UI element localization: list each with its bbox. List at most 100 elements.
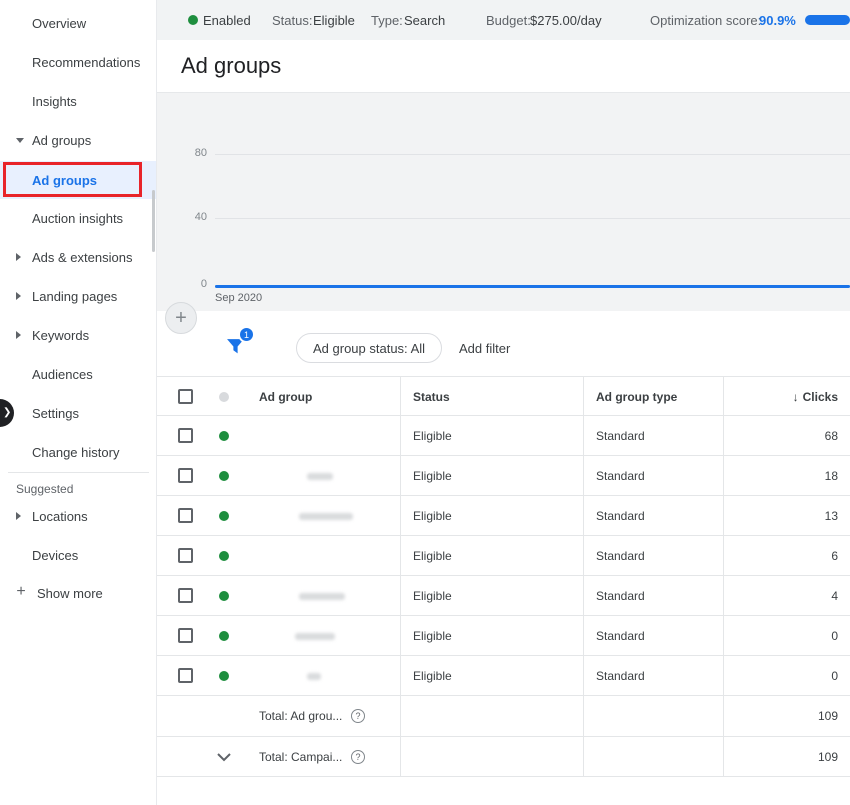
column-divider [400, 376, 401, 777]
help-icon[interactable]: ? [351, 709, 365, 723]
sidebar-item-devices[interactable]: Devices [0, 536, 156, 574]
status-enabled-dot [219, 471, 229, 481]
row-status: Eligible [413, 669, 452, 683]
table-header-row: Ad group Status Ad group type ↓ Clicks [157, 376, 850, 416]
budget-label: Budget: [486, 13, 531, 28]
chevron-right-icon [16, 292, 21, 300]
column-header-clicks[interactable]: ↓ Clicks [793, 390, 838, 404]
select-all-checkbox[interactable] [178, 389, 193, 404]
chevron-right-icon [16, 331, 21, 339]
expand-chevron-icon[interactable] [216, 753, 232, 762]
page-header: Ad groups [157, 40, 850, 93]
y-axis-tick: 80 [194, 147, 207, 159]
row-clicks: 18 [824, 469, 838, 483]
column-header-clicks-label: Clicks [802, 390, 838, 404]
sidebar-item-label: Settings [32, 405, 79, 421]
performance-chart: 80 40 0 Sep 2020 [157, 93, 850, 311]
sidebar-section-suggested: Suggested [16, 482, 74, 496]
sidebar-item-settings[interactable]: Settings [0, 394, 156, 432]
x-axis-tick: Sep 2020 [215, 292, 263, 304]
row-status: Eligible [413, 549, 452, 563]
enabled-status-dot [188, 15, 198, 25]
sidebar-item-label: Audiences [32, 366, 93, 382]
chart-gridline [215, 218, 850, 219]
google-ads-app: Overview Recommendations Insights Ad gro… [0, 0, 850, 805]
sidebar-item-label: Locations [32, 508, 88, 524]
campaign-enabled-label: Enabled [203, 13, 251, 28]
row-status: Eligible [413, 589, 452, 603]
filter-count-badge: 1 [238, 326, 255, 343]
column-header-type[interactable]: Ad group type [596, 390, 677, 404]
optimization-score-label: Optimization score: [650, 13, 762, 28]
y-axis-tick: 40 [194, 211, 207, 223]
plus-icon: + [16, 583, 26, 600]
page-title: Ad groups [181, 53, 282, 78]
sidebar-item-audiences[interactable]: Audiences [0, 355, 156, 393]
budget-value: $275.00/day [530, 13, 602, 28]
ad-group-name-redacted [307, 673, 321, 680]
ad-group-name-redacted [295, 633, 335, 640]
sidebar-nav: Overview Recommendations Insights Ad gro… [0, 0, 157, 805]
row-type: Standard [596, 629, 645, 643]
add-filter-button[interactable]: Add filter [459, 341, 510, 356]
sidebar-item-label: Ad groups [32, 132, 92, 148]
table-row: Eligible Standard 13 [157, 496, 850, 536]
table-row: Eligible Standard 18 [157, 456, 850, 496]
row-checkbox[interactable] [178, 628, 193, 643]
row-clicks: 6 [831, 549, 838, 563]
total-label: Total: Ad grou... [259, 709, 343, 723]
row-type: Standard [596, 669, 645, 683]
row-checkbox[interactable] [178, 508, 193, 523]
total-ad-groups-row: Total: Ad grou... ? 109 [157, 696, 850, 737]
table-row: Eligible Standard 4 [157, 576, 850, 616]
column-header-status[interactable]: Status [413, 390, 450, 404]
expand-chart-button[interactable]: + [165, 302, 197, 334]
table-row: Eligible Standard 68 [157, 416, 850, 456]
optimization-score-bar [805, 15, 850, 25]
sidebar-item-auction-insights[interactable]: Auction insights [0, 199, 156, 237]
help-icon[interactable]: ? [351, 750, 365, 764]
ad-group-status-filter-chip[interactable]: Ad group status: All [296, 333, 443, 363]
chevron-right-icon [16, 253, 21, 261]
row-checkbox[interactable] [178, 668, 193, 683]
show-more-button[interactable]: + Show more [0, 574, 156, 612]
sidebar-item-label: Keywords [32, 327, 90, 343]
sidebar-item-overview[interactable]: Overview [0, 4, 156, 42]
column-header-ad-group[interactable]: Ad group [259, 390, 312, 404]
sort-descending-icon: ↓ [792, 390, 799, 404]
sidebar-item-change-history[interactable]: Change history [0, 433, 156, 471]
sidebar-item-label: Ads & extensions [32, 249, 133, 265]
status-column-dot [219, 392, 229, 402]
row-checkbox[interactable] [178, 468, 193, 483]
sidebar-scrollbar[interactable] [152, 190, 155, 252]
chevron-right-icon: ❯ [3, 407, 12, 418]
row-checkbox[interactable] [178, 588, 193, 603]
sidebar-item-recommendations[interactable]: Recommendations [0, 43, 156, 81]
row-clicks: 68 [824, 429, 838, 443]
row-type: Standard [596, 509, 645, 523]
ad-group-name-redacted [299, 593, 345, 600]
total-clicks: 109 [817, 709, 838, 723]
sidebar-item-ad-groups-parent[interactable]: Ad groups [0, 121, 156, 159]
sidebar-item-keywords[interactable]: Keywords [0, 316, 156, 354]
ad-group-name-redacted [299, 513, 353, 520]
row-type: Standard [596, 549, 645, 563]
row-checkbox[interactable] [178, 428, 193, 443]
status-enabled-dot [219, 671, 229, 681]
sidebar-item-ads-extensions[interactable]: Ads & extensions [0, 238, 156, 276]
sidebar-divider [8, 472, 149, 473]
row-status: Eligible [413, 429, 452, 443]
sidebar-item-ad-groups[interactable]: Ad groups [0, 161, 156, 199]
total-clicks: 109 [817, 750, 838, 764]
sidebar-item-insights[interactable]: Insights [0, 82, 156, 120]
row-clicks: 13 [824, 509, 838, 523]
row-checkbox[interactable] [178, 548, 193, 563]
clicks-series-line [215, 285, 850, 288]
total-label: Total: Campai... [259, 750, 343, 764]
status-enabled-dot [219, 631, 229, 641]
status-enabled-dot [219, 511, 229, 521]
sidebar-item-landing-pages[interactable]: Landing pages [0, 277, 156, 315]
total-campaign-row: Total: Campai... ? 109 [157, 737, 850, 777]
sidebar-item-locations[interactable]: Locations [0, 497, 156, 535]
status-enabled-dot [219, 551, 229, 561]
